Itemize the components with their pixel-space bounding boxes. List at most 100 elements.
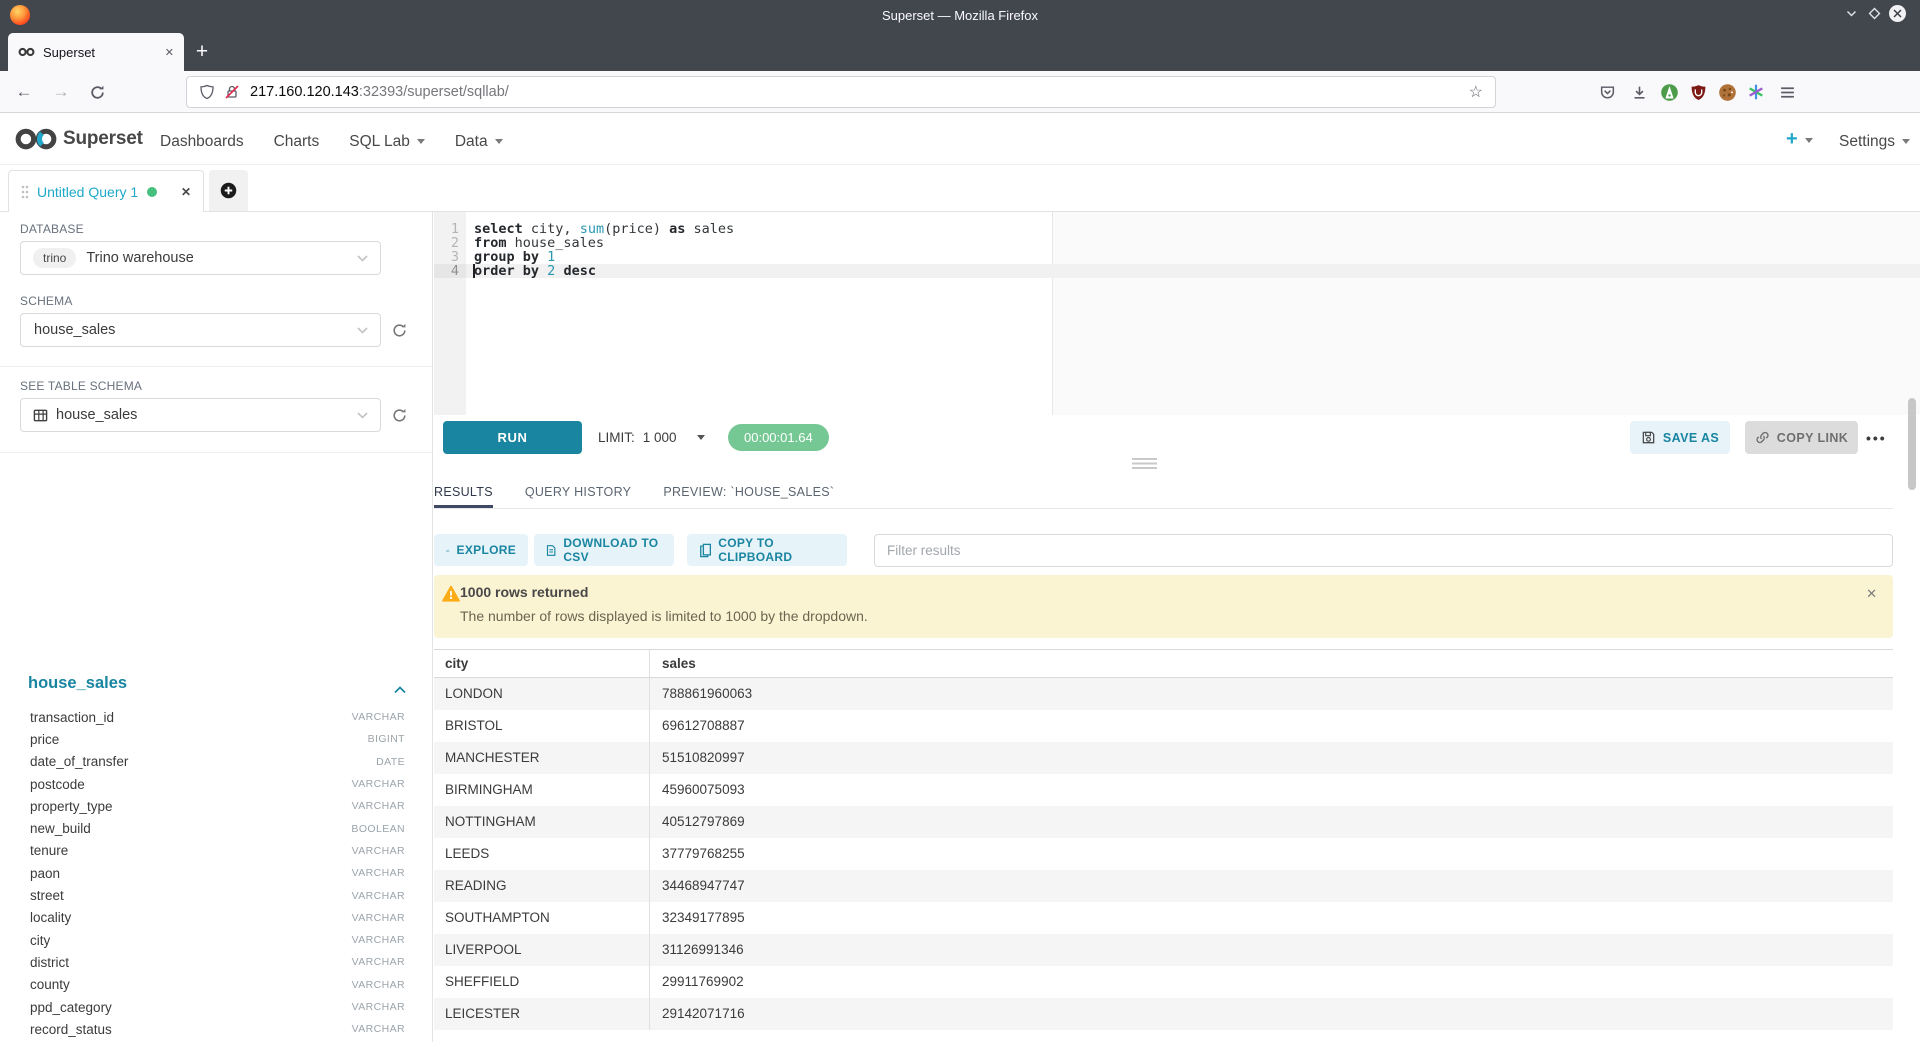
containers-asterisk-icon[interactable] — [1745, 81, 1767, 103]
add-query-tab-button[interactable] — [209, 170, 248, 211]
window-minimize-icon[interactable] — [1843, 5, 1860, 22]
cell-sales: 51510820997 — [650, 742, 1893, 774]
column-row-locality: localityVARCHAR — [0, 907, 433, 929]
drag-handle-icon[interactable] — [21, 185, 29, 199]
column-type: VARCHAR — [352, 711, 405, 723]
column-name: transaction_id — [30, 710, 114, 725]
filter-results-input[interactable] — [874, 534, 1893, 567]
window-title: Superset — Mozilla Firefox — [0, 8, 1920, 23]
copy-link-button[interactable]: COPY LINK — [1745, 421, 1858, 454]
chart-icon — [446, 544, 450, 557]
superset-logo-icon[interactable] — [14, 127, 58, 156]
pane-resize-handle[interactable] — [1132, 458, 1157, 469]
browser-tab[interactable]: Superset ✕ — [8, 33, 184, 71]
refresh-table-icon[interactable] — [389, 405, 409, 425]
window-controls — [1843, 5, 1906, 22]
more-actions-icon[interactable]: ••• — [1866, 421, 1887, 454]
cell-city: LEEDS — [434, 838, 650, 870]
window-maximize-icon[interactable] — [1866, 5, 1883, 22]
database-select[interactable]: trino Trino warehouse — [20, 241, 381, 275]
table-row[interactable]: LONDON788861960063 — [434, 678, 1893, 710]
table-row[interactable]: BIRMINGHAM45960075093 — [434, 774, 1893, 806]
sql-editor[interactable]: 1select city, sum(price) as sales2from h… — [434, 212, 1920, 415]
column-row-property-type: property_typeVARCHAR — [0, 795, 433, 817]
chevron-down-icon — [495, 139, 503, 144]
superset-brand[interactable]: Superset — [63, 128, 143, 150]
save-as-button[interactable]: SAVE AS — [1630, 421, 1730, 454]
table-row[interactable]: SHEFFIELD29911769902 — [434, 966, 1893, 998]
tab-query-history[interactable]: QUERY HISTORY — [525, 478, 631, 508]
table-columns-list: transaction_idVARCHARpriceBIGINTdate_of_… — [0, 706, 433, 1042]
results-pane: RESULTS QUERY HISTORY PREVIEW: `HOUSE_SALE… — [434, 478, 1893, 509]
column-header-city[interactable]: city — [434, 650, 650, 677]
privacy-badger-icon[interactable] — [1658, 81, 1680, 103]
url-host: 217.160.120.143 — [250, 84, 359, 100]
nav-item-charts[interactable]: Charts — [274, 133, 320, 151]
elapsed-time-badge: 00:00:01.64 — [728, 424, 829, 451]
column-name: price — [30, 732, 59, 747]
alert-close-icon[interactable]: ✕ — [1866, 586, 1877, 602]
cell-city: SOUTHAMPTON — [434, 902, 650, 934]
reload-icon[interactable] — [85, 80, 109, 104]
table-row[interactable]: NOTTINGHAM40512797869 — [434, 806, 1893, 838]
explore-button[interactable]: EXPLORE — [434, 534, 528, 566]
clipboard-icon — [699, 543, 711, 558]
cell-city: NOTTINGHAM — [434, 806, 650, 838]
refresh-schema-icon[interactable] — [389, 320, 409, 340]
column-name: paon — [30, 866, 60, 881]
back-icon[interactable]: ← — [12, 80, 36, 104]
column-header-sales[interactable]: sales — [650, 650, 1893, 677]
table-row[interactable]: LEEDS37779768255 — [434, 838, 1893, 870]
url-bar[interactable]: 217.160.120.143:32393/superset/sqllab/ ☆ — [186, 76, 1496, 108]
table-row[interactable]: READING34468947747 — [434, 870, 1893, 902]
column-type: VARCHAR — [352, 890, 405, 902]
cookie-icon[interactable] — [1716, 81, 1738, 103]
downloads-icon[interactable] — [1628, 81, 1650, 103]
schema-select[interactable]: house_sales — [20, 313, 381, 347]
cell-city: BIRMINGHAM — [434, 774, 650, 806]
table-schema-select[interactable]: house_sales — [20, 398, 381, 432]
insecure-lock-icon[interactable] — [224, 84, 240, 100]
window-close-icon[interactable] — [1889, 5, 1906, 22]
editor-line-1[interactable]: 1select city, sum(price) as sales — [434, 222, 1920, 236]
table-row[interactable]: LIVERPOOL31126991346 — [434, 934, 1893, 966]
table-row[interactable]: BRISTOL69612708887 — [434, 710, 1893, 742]
column-row-transaction-id: transaction_id VARCHAR — [0, 706, 433, 728]
table-schema-name: house_sales — [56, 407, 137, 423]
limit-dropdown[interactable]: LIMIT: 1 000 — [598, 421, 705, 454]
editor-line-4[interactable]: 4order by 2 desc — [434, 264, 1920, 278]
nav-item-data[interactable]: Data — [455, 133, 503, 151]
table-row[interactable]: SOUTHAMPTON32349177895 — [434, 902, 1893, 934]
file-icon — [546, 543, 556, 558]
column-type: VARCHAR — [352, 979, 405, 991]
menu-hamburger-icon[interactable] — [1776, 81, 1798, 103]
scrollbar-thumb[interactable] — [1908, 398, 1916, 490]
copy-to-clipboard-button[interactable]: COPY TO CLIPBOARD — [687, 534, 847, 566]
shield-icon[interactable] — [199, 84, 215, 100]
pocket-icon[interactable] — [1596, 81, 1618, 103]
nav-item-sql-lab[interactable]: SQL Lab — [349, 133, 425, 151]
table-name-heading[interactable]: house_sales — [28, 674, 127, 693]
table-row[interactable]: LEICESTER29142071716 — [434, 998, 1893, 1030]
editor-line-3[interactable]: 3group by 1 — [434, 250, 1920, 264]
settings-menu[interactable]: Settings — [1839, 133, 1910, 151]
download-csv-button[interactable]: DOWNLOAD TO CSV — [534, 534, 674, 566]
nav-item-dashboards[interactable]: Dashboards — [160, 133, 244, 151]
new-item-plus-button[interactable]: + — [1786, 128, 1813, 151]
query-tab-close-icon[interactable]: ✕ — [181, 185, 191, 199]
query-tab[interactable]: Untitled Query 1 ✕ — [8, 170, 204, 212]
forward-icon[interactable]: → — [49, 80, 73, 104]
browser-tab-close-icon[interactable]: ✕ — [165, 46, 174, 59]
browser-titlebar: Superset — Mozilla Firefox Superset ✕ + — [0, 0, 1920, 71]
run-button[interactable]: RUN — [443, 421, 582, 454]
collapse-chevron-up-icon[interactable] — [394, 681, 406, 699]
new-browser-tab-button[interactable]: + — [188, 38, 216, 66]
tab-preview-house-sales[interactable]: PREVIEW: `HOUSE_SALES` — [663, 478, 834, 508]
column-name: ppd_category — [30, 1000, 112, 1015]
editor-line-2[interactable]: 2from house_sales — [434, 236, 1920, 250]
tab-results[interactable]: RESULTS — [434, 478, 493, 508]
ublock-icon[interactable] — [1687, 81, 1709, 103]
database-engine-badge: trino — [33, 248, 76, 268]
bookmark-star-icon[interactable]: ☆ — [1469, 82, 1483, 102]
table-row[interactable]: MANCHESTER51510820997 — [434, 742, 1893, 774]
